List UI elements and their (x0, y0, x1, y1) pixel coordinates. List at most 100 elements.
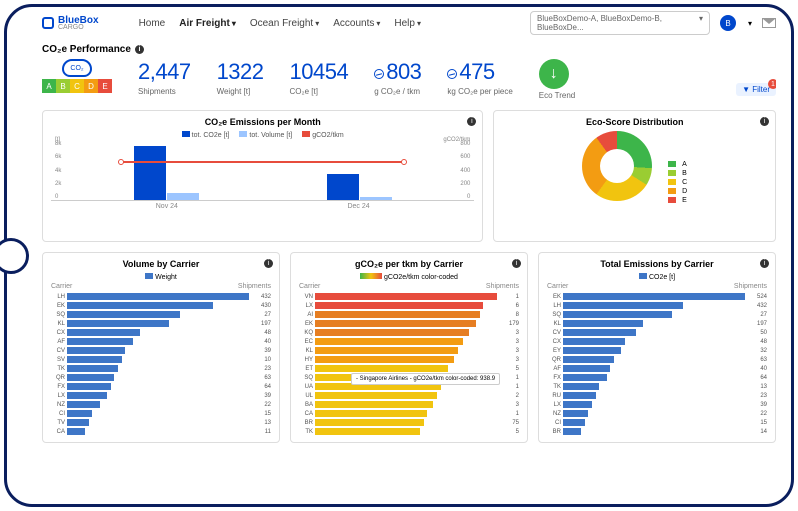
tablet-home-button[interactable] (0, 238, 29, 274)
carrier-value: 432 (249, 294, 271, 300)
info-icon[interactable]: i (512, 259, 521, 268)
filter-icon: ▼ (742, 85, 750, 94)
carrier-value: 39 (745, 402, 767, 408)
eco-trend: ↓ Eco Trend (539, 59, 575, 100)
org-selector[interactable]: BlueBoxDemo-A, BlueBoxDemo-B, BlueBoxDe.… (530, 11, 710, 35)
bar (563, 428, 581, 435)
topbar: BlueBox CARGO Home Air Freight▾ Ocean Frei… (42, 10, 776, 36)
carrier-value: 40 (745, 366, 767, 372)
carrier-value: 524 (745, 294, 767, 300)
carrier-value: 432 (745, 303, 767, 309)
co2-month-title: CO₂e Emissions per Month (51, 117, 474, 127)
bar (563, 374, 607, 381)
bar (563, 338, 625, 345)
carrier-row: EK430 (51, 301, 271, 310)
bar (167, 193, 199, 200)
legend-item: tot. CO2e [t] (182, 131, 230, 139)
charts-row-1: CO₂e Emissions per Month i tot. CO2e [t]… (42, 110, 776, 242)
bar (67, 356, 122, 363)
grade-scale: ABCDE (42, 79, 112, 93)
bar (315, 365, 448, 372)
carrier-code: RU (547, 393, 563, 399)
carrier-code: EC (299, 339, 315, 345)
carrier-row: SV10 (51, 355, 271, 364)
carrier-value: 63 (249, 375, 271, 381)
bar (315, 401, 433, 408)
kpi-value: 1322 (217, 59, 264, 85)
legend-item: D (668, 188, 687, 195)
bar (563, 392, 596, 399)
bar (315, 347, 458, 354)
nav-item[interactable]: Home (139, 18, 166, 29)
grade-A: A (42, 79, 56, 93)
carrier-row: TV13 (51, 418, 271, 427)
filter-button[interactable]: ▼ Filter 1 (736, 83, 776, 96)
nav-item[interactable]: Ocean Freight▾ (250, 18, 319, 29)
carrier-value: 15 (249, 411, 271, 417)
gco2-line (121, 161, 404, 163)
carrier-value: 64 (745, 375, 767, 381)
card-title: Total Emissions by Carrier (547, 259, 767, 269)
carrier-value: 14 (745, 429, 767, 435)
carrier-row: CX48 (547, 337, 767, 346)
carrier-row: EK179 (299, 319, 519, 328)
eco-score-title: Eco-Score Distribution (502, 117, 767, 127)
eco-trend-arrow-icon: ↓ (539, 59, 569, 89)
carrier-row: KQ3 (299, 328, 519, 337)
bar (563, 410, 588, 417)
carrier-value: 39 (249, 393, 271, 399)
bar (327, 174, 359, 200)
col-left: Carrier (51, 283, 72, 290)
bar (315, 320, 476, 327)
info-icon[interactable]: i (467, 117, 476, 126)
logo[interactable]: BlueBox CARGO (42, 15, 99, 31)
cloud-icon: CO₂ (62, 59, 92, 77)
carrier-row: KL197 (51, 319, 271, 328)
avatar-chevron-icon[interactable]: ▾ (748, 19, 752, 28)
kpi: 803g CO₂e / tkm (374, 59, 421, 96)
avg-icon (374, 69, 384, 79)
bar (67, 392, 107, 399)
carrier-row: VN1 (299, 292, 519, 301)
avg-icon (447, 69, 457, 79)
carrier-row: CI15 (51, 409, 271, 418)
carrier-row: RU23 (547, 391, 767, 400)
carrier-code: AF (51, 339, 67, 345)
envelope-icon[interactable] (762, 18, 776, 28)
charts-row-2: Volume by Carrier i Weight CarrierShipme… (42, 252, 776, 443)
info-icon[interactable]: i (760, 259, 769, 268)
chevron-down-icon: ▾ (376, 19, 380, 28)
carrier-row: AI8 (299, 310, 519, 319)
kpi-list: 2,447Shipments1322Weight [t]10454CO₂e [t… (138, 59, 513, 96)
info-icon[interactable]: i (760, 117, 769, 126)
carrier-value: 13 (745, 384, 767, 390)
emissions-bars: EK524LH432SQ27KL197CV50CX48EY32QR63AF40F… (547, 292, 767, 436)
gco2-bars: VN1LX6AI8EK179KQ3EC3KL3HY3ET5SQ1UA1UL2BA… (299, 292, 519, 436)
carrier-code: LX (299, 303, 315, 309)
nav-item[interactable]: Air Freight▾ (179, 18, 236, 29)
carrier-row: TK5 (299, 427, 519, 436)
info-icon[interactable]: i (135, 45, 144, 54)
carrier-code: BR (299, 420, 315, 426)
carrier-code: TK (547, 384, 563, 390)
carrier-code: CV (547, 330, 563, 336)
carrier-code: UL (299, 393, 315, 399)
main-nav: Home Air Freight▾ Ocean Freight▾ Accounts▾ H… (139, 18, 421, 29)
carrier-code: LH (51, 294, 67, 300)
co2-month-bars (51, 141, 474, 201)
carrier-value: 3 (497, 357, 519, 363)
bar (315, 428, 420, 435)
carrier-row: LH 432 (51, 292, 271, 301)
carrier-code: CA (299, 411, 315, 417)
info-icon[interactable]: i (264, 259, 273, 268)
co2-month-legend: tot. CO2e [t]tot. Volume [t]gCO2/tkm (51, 131, 474, 139)
nav-item[interactable]: Help▾ (394, 18, 421, 29)
carrier-row: FX64 (547, 373, 767, 382)
chevron-down-icon: ▾ (699, 14, 703, 32)
bar (563, 356, 614, 363)
avatar[interactable]: B (720, 15, 736, 31)
bar (67, 338, 133, 345)
nav-item[interactable]: Accounts▾ (333, 18, 380, 29)
carrier-value: 48 (745, 339, 767, 345)
carrier-value: 11 (249, 429, 271, 435)
